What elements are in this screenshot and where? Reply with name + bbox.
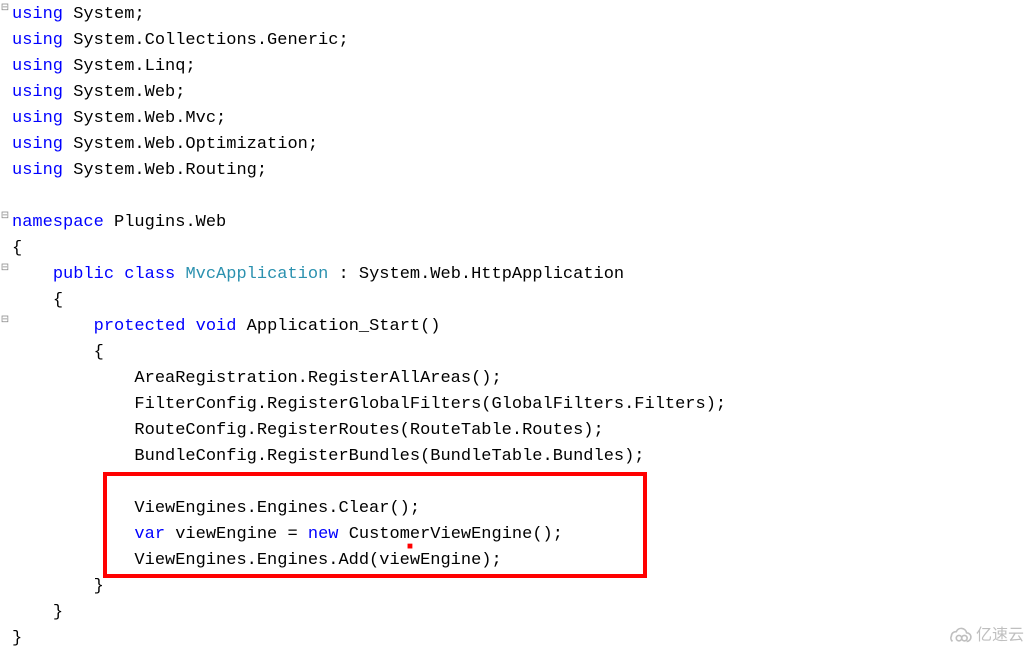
code-line[interactable]: using System.Web; [0, 80, 1032, 106]
namespace-ref: System.Collections.Generic [73, 31, 338, 50]
code-line[interactable]: { [0, 236, 1032, 262]
code-line[interactable]: { [0, 340, 1032, 366]
code-editor[interactable]: ⊟ ⊟ ⊟ ⊟ using System; using System.Colle… [0, 0, 1032, 653]
fold-mark[interactable]: ⊟ [0, 4, 10, 14]
keyword-protected: protected [94, 317, 186, 336]
keyword-new: new [308, 525, 339, 544]
namespace-ref: System.Web [73, 83, 175, 102]
namespace-name: Plugins.Web [114, 213, 226, 232]
statement: AreaRegistration.RegisterAllAreas(); [134, 369, 501, 388]
namespace-ref: System [73, 5, 134, 24]
code-line[interactable]: } [0, 600, 1032, 626]
code-line[interactable]: using System.Linq; [0, 54, 1032, 80]
keyword-using: using [12, 161, 63, 180]
code-line-blank[interactable] [0, 470, 1032, 496]
statement: RouteConfig.RegisterRoutes(RouteTable.Ro… [134, 421, 603, 440]
class-name: MvcApplication [185, 265, 328, 284]
code-line[interactable]: FilterConfig.RegisterGlobalFilters(Globa… [0, 392, 1032, 418]
keyword-using: using [12, 135, 63, 154]
namespace-ref: System.Linq [73, 57, 185, 76]
code-line[interactable]: namespace Plugins.Web [0, 210, 1032, 236]
fold-mark[interactable]: ⊟ [0, 264, 10, 274]
code-line[interactable]: RouteConfig.RegisterRoutes(RouteTable.Ro… [0, 418, 1032, 444]
keyword-class: class [124, 265, 175, 284]
keyword-using: using [12, 109, 63, 128]
statement: ViewEngines.Engines.Add(viewEngine); [134, 551, 501, 570]
code-line[interactable]: var viewEngine = new CustomerViewEngine(… [0, 522, 1032, 548]
keyword-using: using [12, 83, 63, 102]
code-line[interactable]: using System; [0, 2, 1032, 28]
keyword-public: public [53, 265, 114, 284]
code-line[interactable]: using System.Web.Routing; [0, 158, 1032, 184]
code-line[interactable]: using System.Web.Mvc; [0, 106, 1032, 132]
method-name: Application_Start [247, 317, 420, 336]
statement: ViewEngines.Engines.Clear(); [134, 499, 420, 518]
statement: BundleConfig.RegisterBundles(BundleTable… [134, 447, 644, 466]
fold-mark[interactable]: ⊟ [0, 316, 10, 326]
code-line[interactable]: using System.Collections.Generic; [0, 28, 1032, 54]
namespace-ref: System.Web.Optimization [73, 135, 308, 154]
code-line[interactable]: { [0, 288, 1032, 314]
keyword-using: using [12, 31, 63, 50]
code-line[interactable]: AreaRegistration.RegisterAllAreas(); [0, 366, 1032, 392]
code-line[interactable]: using System.Web.Optimization; [0, 132, 1032, 158]
fold-gutter: ⊟ ⊟ ⊟ ⊟ [0, 0, 12, 653]
keyword-using: using [12, 5, 63, 24]
keyword-namespace: namespace [12, 213, 104, 232]
code-line[interactable]: BundleConfig.RegisterBundles(BundleTable… [0, 444, 1032, 470]
code-line[interactable]: public class MvcApplication : System.Web… [0, 262, 1032, 288]
base-class: System.Web.HttpApplication [359, 265, 624, 284]
code-line[interactable]: ViewEngines.Engines.Clear(); [0, 496, 1032, 522]
code-line[interactable]: ViewEngines.Engines.Add(viewEngine); [0, 548, 1032, 574]
code-line-blank[interactable] [0, 184, 1032, 210]
keyword-var: var [134, 525, 165, 544]
statement: FilterConfig.RegisterGlobalFilters(Globa… [134, 395, 726, 414]
type-ref: CustomerViewEngine [349, 525, 533, 544]
code-line[interactable]: } [0, 626, 1032, 652]
namespace-ref: System.Web.Mvc [73, 109, 216, 128]
fold-mark[interactable]: ⊟ [0, 212, 10, 222]
keyword-using: using [12, 57, 63, 76]
namespace-ref: System.Web.Routing [73, 161, 257, 180]
cursor-marker-icon: ■ [406, 533, 414, 561]
code-line[interactable]: protected void Application_Start() [0, 314, 1032, 340]
var-name: viewEngine [175, 525, 277, 544]
keyword-void: void [196, 317, 237, 336]
code-line[interactable]: } [0, 574, 1032, 600]
